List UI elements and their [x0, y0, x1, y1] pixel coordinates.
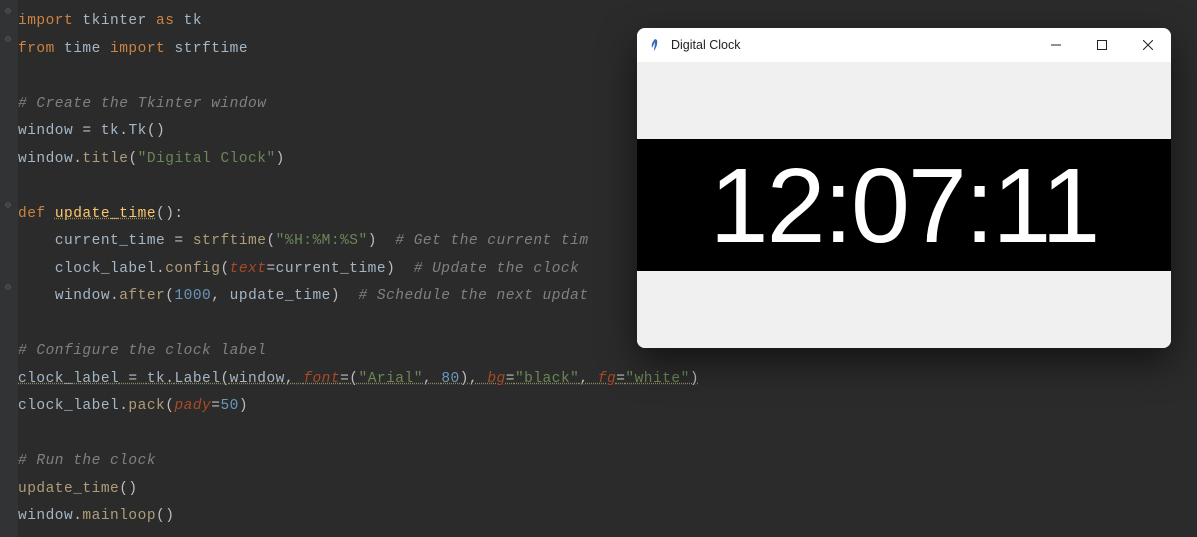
code-line[interactable]: window.mainloop()	[0, 503, 1197, 531]
code-line[interactable]: clock_label = tk.Label(window, font=("Ar…	[0, 366, 1197, 394]
minimize-button[interactable]	[1033, 28, 1079, 62]
gutter-mark-icon: ⊖	[5, 282, 11, 293]
code-line[interactable]	[0, 421, 1197, 449]
editor-gutter: ⊖ ⊖ ⊖ ⊖	[0, 0, 18, 537]
titlebar[interactable]: Digital Clock	[637, 28, 1171, 62]
maximize-button[interactable]	[1079, 28, 1125, 62]
window-body: 12:07:11	[637, 62, 1171, 348]
clock-label: 12:07:11	[637, 139, 1171, 271]
window-title: Digital Clock	[671, 38, 1033, 52]
gutter-mark-icon: ⊖	[5, 200, 11, 211]
minimize-icon	[1051, 40, 1061, 50]
close-icon	[1143, 40, 1153, 50]
code-line[interactable]: update_time()	[0, 476, 1197, 504]
code-line[interactable]: clock_label.pack(pady=50)	[0, 393, 1197, 421]
digital-clock-window[interactable]: Digital Clock 12:07:11	[637, 28, 1171, 348]
tk-feather-icon	[647, 37, 663, 53]
maximize-icon	[1097, 40, 1107, 50]
gutter-mark-icon: ⊖	[5, 34, 11, 45]
close-button[interactable]	[1125, 28, 1171, 62]
gutter-mark-icon: ⊖	[5, 6, 11, 17]
window-controls	[1033, 28, 1171, 62]
code-line[interactable]: # Run the clock	[0, 448, 1197, 476]
